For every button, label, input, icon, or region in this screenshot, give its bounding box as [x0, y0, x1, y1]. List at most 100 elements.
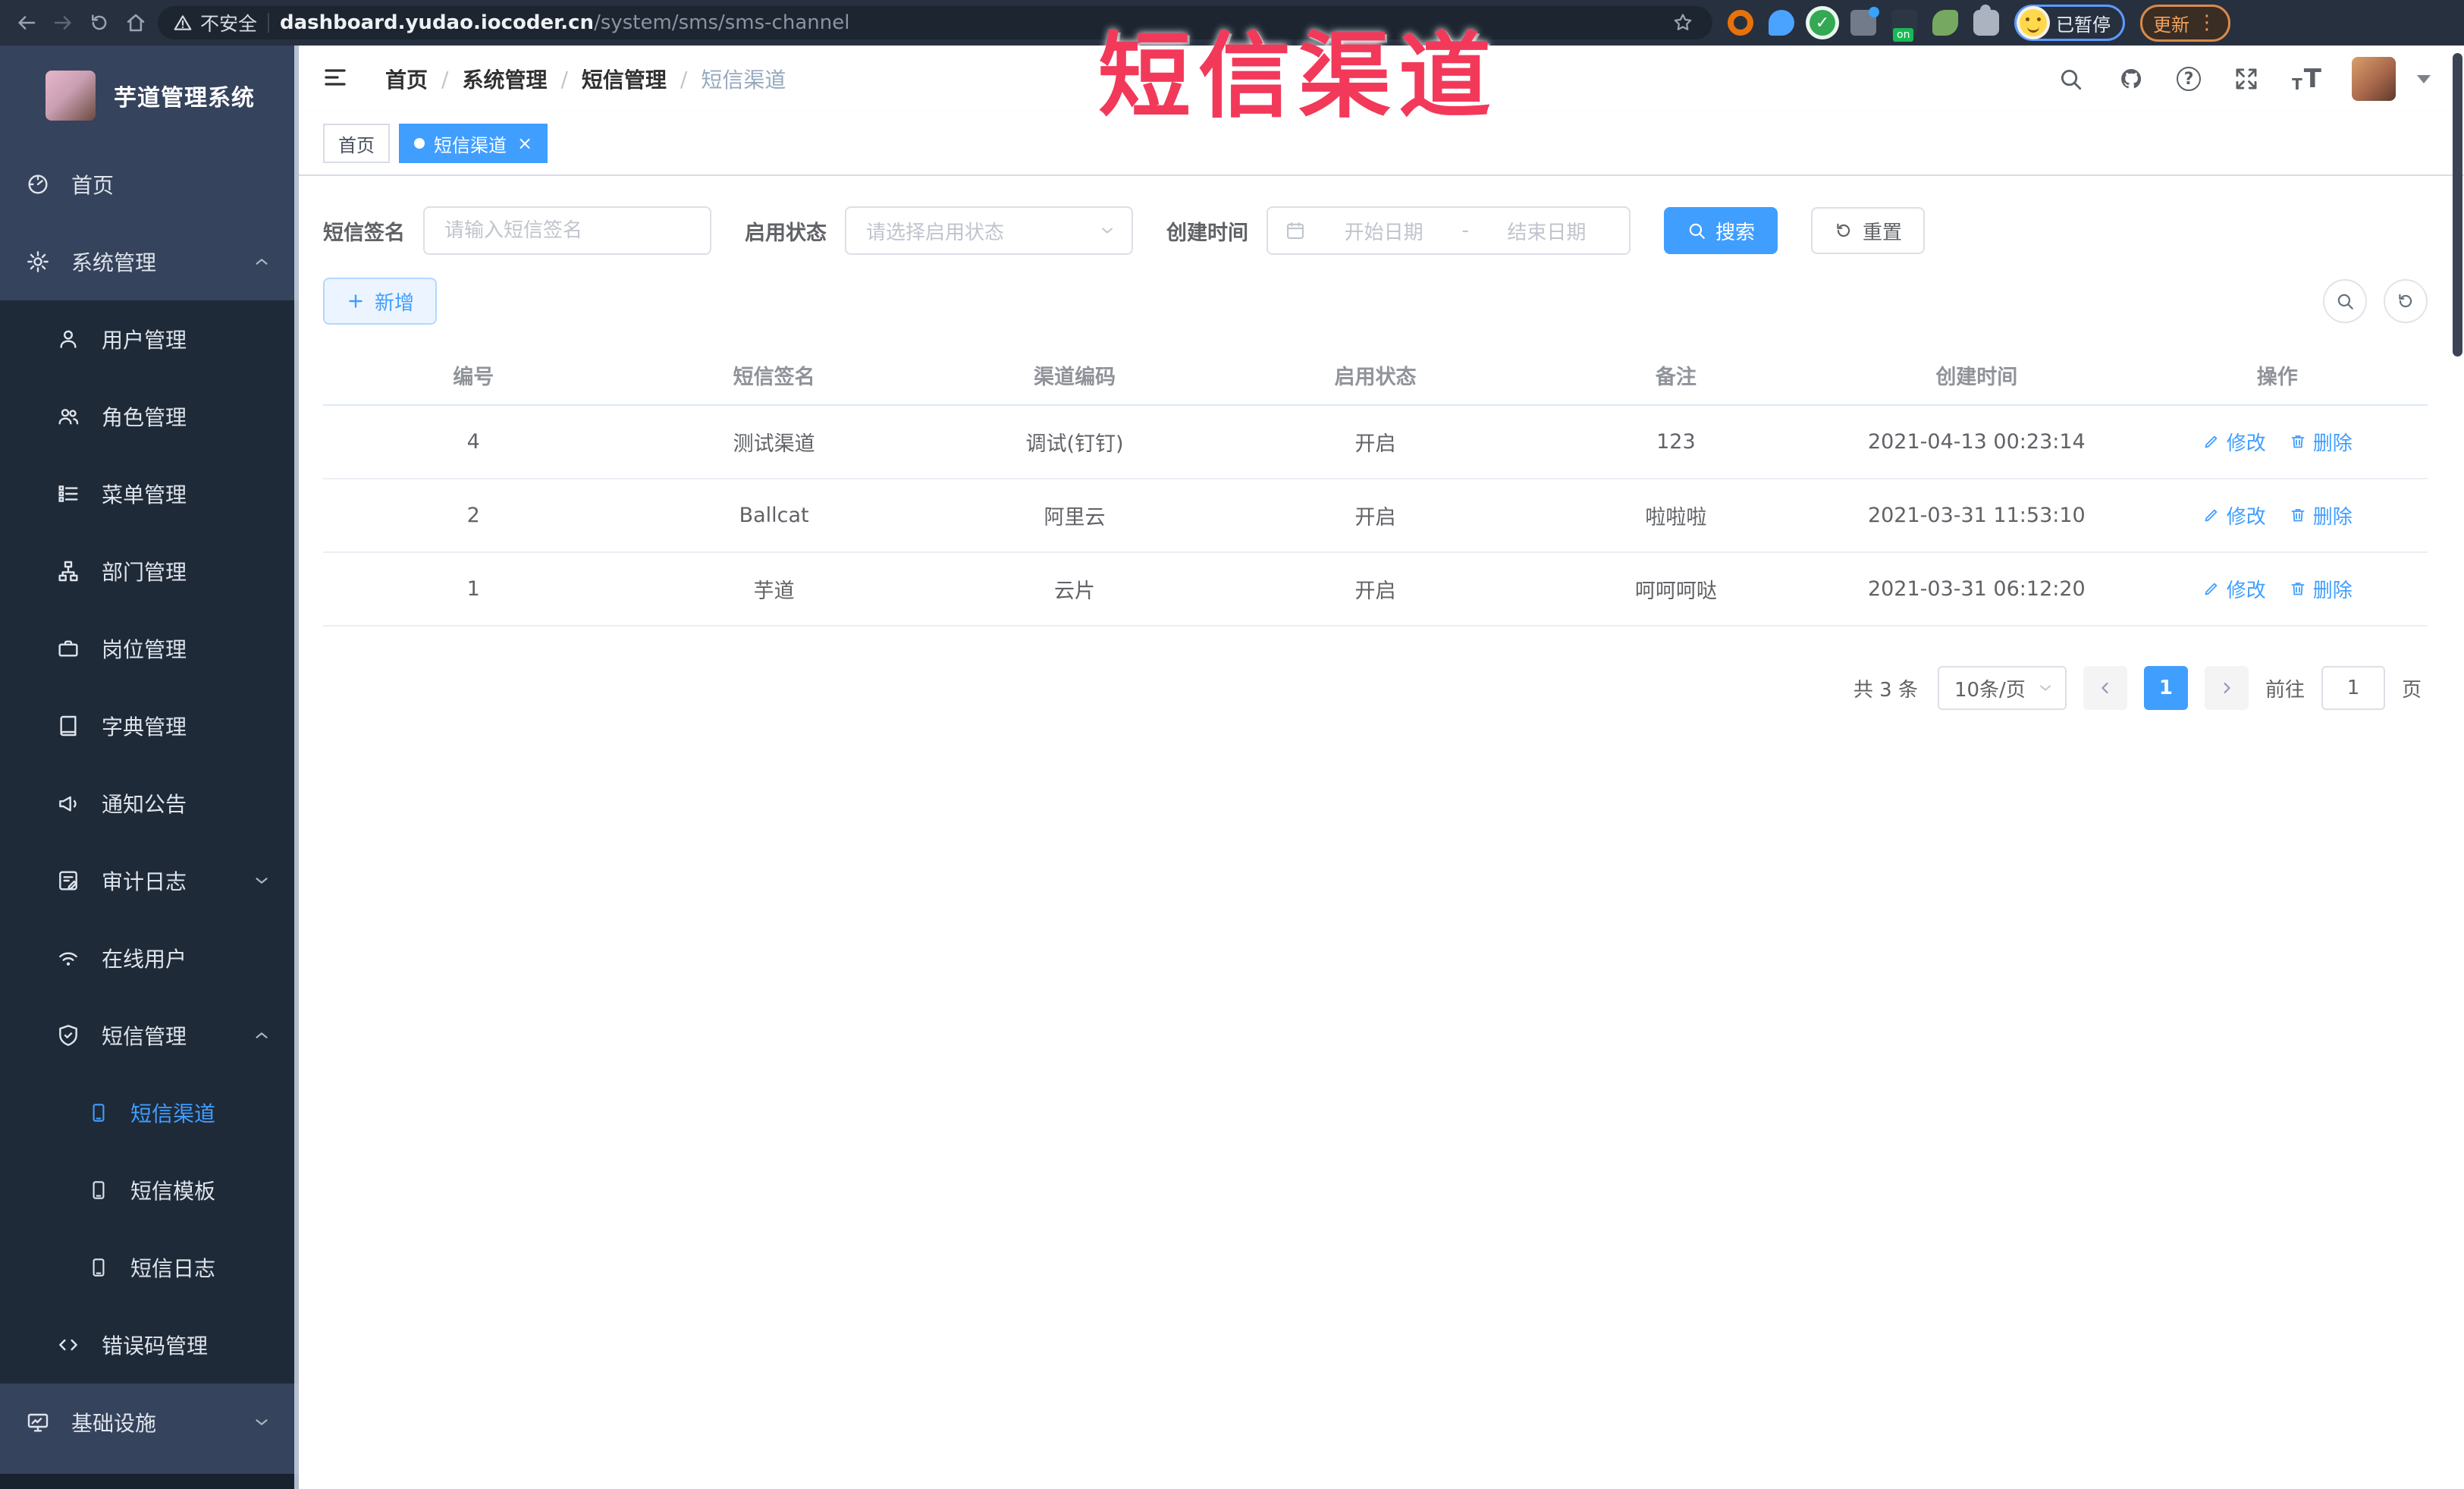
browser-home-icon[interactable] [121, 8, 150, 37]
active-tab-dot-icon [414, 138, 425, 149]
page-number-button[interactable]: 1 [2143, 666, 2188, 710]
pencil-icon [2205, 583, 2218, 595]
edit-link[interactable]: 修改 [2202, 428, 2266, 456]
sidebar-item-audit-log[interactable]: 审计日志 [0, 842, 299, 919]
toggle-search-button[interactable] [2323, 279, 2367, 323]
cell-remark: 呵呵呵哒 [1525, 552, 1827, 627]
extension-leaf-icon[interactable] [1932, 10, 1958, 36]
sidebar-item-sms-channel[interactable]: 短信渠道 [0, 1074, 299, 1151]
sidebar-item-home[interactable]: 首页 [0, 146, 299, 223]
sidebar-toggle-icon[interactable] [322, 64, 352, 94]
refresh-icon [1837, 223, 1850, 237]
sidebar-item-label: 部门管理 [102, 560, 187, 585]
browser-menu-icon[interactable]: ⋮ [2197, 11, 2218, 34]
refresh-table-button[interactable] [2384, 279, 2428, 323]
edit-link[interactable]: 修改 [2202, 501, 2266, 529]
sidebar-item-label: 字典管理 [102, 715, 187, 740]
add-button-label: 新增 [375, 291, 415, 315]
tab-home[interactable]: 首页 [323, 124, 390, 163]
cell-status: 开启 [1225, 479, 1526, 553]
status-select[interactable]: 请选择启用状态 [845, 206, 1133, 255]
reset-button-label: 重置 [1863, 221, 1903, 244]
tab-sms-channel[interactable]: 短信渠道 × [399, 124, 548, 163]
delete-link[interactable]: 删除 [2289, 575, 2353, 603]
breadcrumb-system-management[interactable]: 系统管理 [462, 64, 547, 94]
cell-actions: 修改 删除 [2127, 479, 2428, 553]
chevron-down-icon [1098, 221, 1116, 240]
header-search-icon[interactable] [2055, 64, 2086, 94]
tab-close-icon[interactable]: × [517, 134, 532, 152]
sidebar-item-sms-management[interactable]: 短信管理 [0, 997, 299, 1074]
sign-input[interactable] [425, 208, 710, 253]
sidebar-item-notice-announcement[interactable]: 通知公告 [0, 765, 299, 842]
sidebar-item-role-management[interactable]: 角色管理 [0, 378, 299, 455]
date-range-picker[interactable]: 开始日期 - 结束日期 [1267, 206, 1631, 255]
goto-page-input[interactable]: 1 [2321, 666, 2385, 710]
page-size-select[interactable]: 10条/页 [1937, 666, 2067, 710]
cell-status: 开启 [1225, 552, 1526, 627]
font-size-icon[interactable]: TT [2292, 66, 2321, 92]
sidebar-item-department-management[interactable]: 部门管理 [0, 532, 299, 610]
phone-icon [93, 1181, 105, 1199]
col-status: 启用状态 [1225, 346, 1526, 406]
app-logo-row[interactable]: 芋道管理系统 [0, 46, 299, 146]
start-date-placeholder[interactable]: 开始日期 [1318, 217, 1449, 245]
col-id: 编号 [323, 346, 624, 406]
sidebar-item-infrastructure[interactable]: 基础设施 [0, 1384, 299, 1461]
update-label: 更新 [2153, 14, 2189, 36]
extension-grid-icon[interactable] [1850, 7, 1879, 36]
breadcrumb-home[interactable]: 首页 [385, 64, 428, 94]
next-page-button[interactable] [2204, 666, 2249, 710]
extension-on-badge-icon[interactable] [1891, 10, 1917, 42]
sidebar-item-sms-template[interactable]: 短信模板 [0, 1151, 299, 1229]
sidebar-item-post-management[interactable]: 岗位管理 [0, 610, 299, 687]
help-icon[interactable]: ? [2177, 67, 2202, 91]
bookmark-star-icon[interactable] [1668, 8, 1697, 37]
reset-button[interactable]: 重置 [1811, 207, 1926, 254]
profile-paused-badge[interactable]: 已暂停 [2014, 5, 2125, 41]
sidebar-item-label: 基础设施 [71, 1411, 157, 1436]
sidebar-item-online-users[interactable]: 在线用户 [0, 919, 299, 997]
delete-link[interactable]: 删除 [2289, 428, 2353, 456]
sidebar-item-label: 首页 [71, 173, 115, 198]
edit-link[interactable]: 修改 [2202, 575, 2266, 603]
extension-drop-icon[interactable] [1769, 10, 1794, 36]
sidebar-item-dict-management[interactable]: 字典管理 [0, 687, 299, 765]
cell-actions: 修改 删除 [2127, 552, 2428, 627]
search-button[interactable]: 搜索 [1664, 207, 1778, 254]
security-warning[interactable]: 不安全 [173, 9, 257, 36]
sidebar-item-error-code-management[interactable]: 错误码管理 [0, 1306, 299, 1384]
sign-input-wrap [423, 206, 711, 255]
add-button[interactable]: 新增 [323, 278, 438, 325]
end-date-placeholder[interactable]: 结束日期 [1481, 217, 1612, 245]
browser-update-button[interactable]: 更新 ⋮ [2140, 4, 2230, 42]
extension-check-icon[interactable]: ✓ [1810, 10, 1835, 36]
user-icon [60, 330, 77, 348]
browser-forward-icon[interactable] [49, 8, 77, 37]
prev-page-button[interactable] [2083, 666, 2127, 710]
fullscreen-icon[interactable] [2231, 64, 2262, 94]
sidebar-item-user-management[interactable]: 用户管理 [0, 300, 299, 378]
browser-reload-icon[interactable] [85, 8, 114, 37]
audit-log-icon [59, 871, 77, 891]
avatar-caret-down-icon[interactable] [2417, 74, 2431, 83]
sidebar-item-label: 岗位管理 [102, 637, 187, 662]
col-code: 渠道编码 [924, 346, 1226, 406]
app-title: 芋道管理系统 [114, 85, 255, 112]
chevron-down-icon [2036, 679, 2054, 697]
breadcrumb-sms-management[interactable]: 短信管理 [582, 64, 667, 94]
col-actions: 操作 [2127, 346, 2428, 406]
delete-link[interactable]: 删除 [2289, 501, 2353, 529]
browser-back-icon[interactable] [12, 8, 41, 37]
sidebar-item-menu-management[interactable]: 菜单管理 [0, 455, 299, 532]
github-icon[interactable] [2116, 64, 2146, 94]
cell-created: 2021-03-31 06:12:20 [1826, 552, 2127, 627]
extensions-puzzle-icon[interactable] [1973, 5, 1999, 36]
page-scrollbar[interactable] [2453, 53, 2462, 357]
sidebar-item-system-management[interactable]: 系统管理 [0, 223, 299, 300]
extension-orange-icon[interactable] [1728, 10, 1753, 36]
col-sign: 短信签名 [623, 346, 924, 406]
sidebar-item-sms-log[interactable]: 短信日志 [0, 1229, 299, 1306]
avatar[interactable] [2352, 57, 2396, 101]
url-divider [268, 13, 270, 33]
